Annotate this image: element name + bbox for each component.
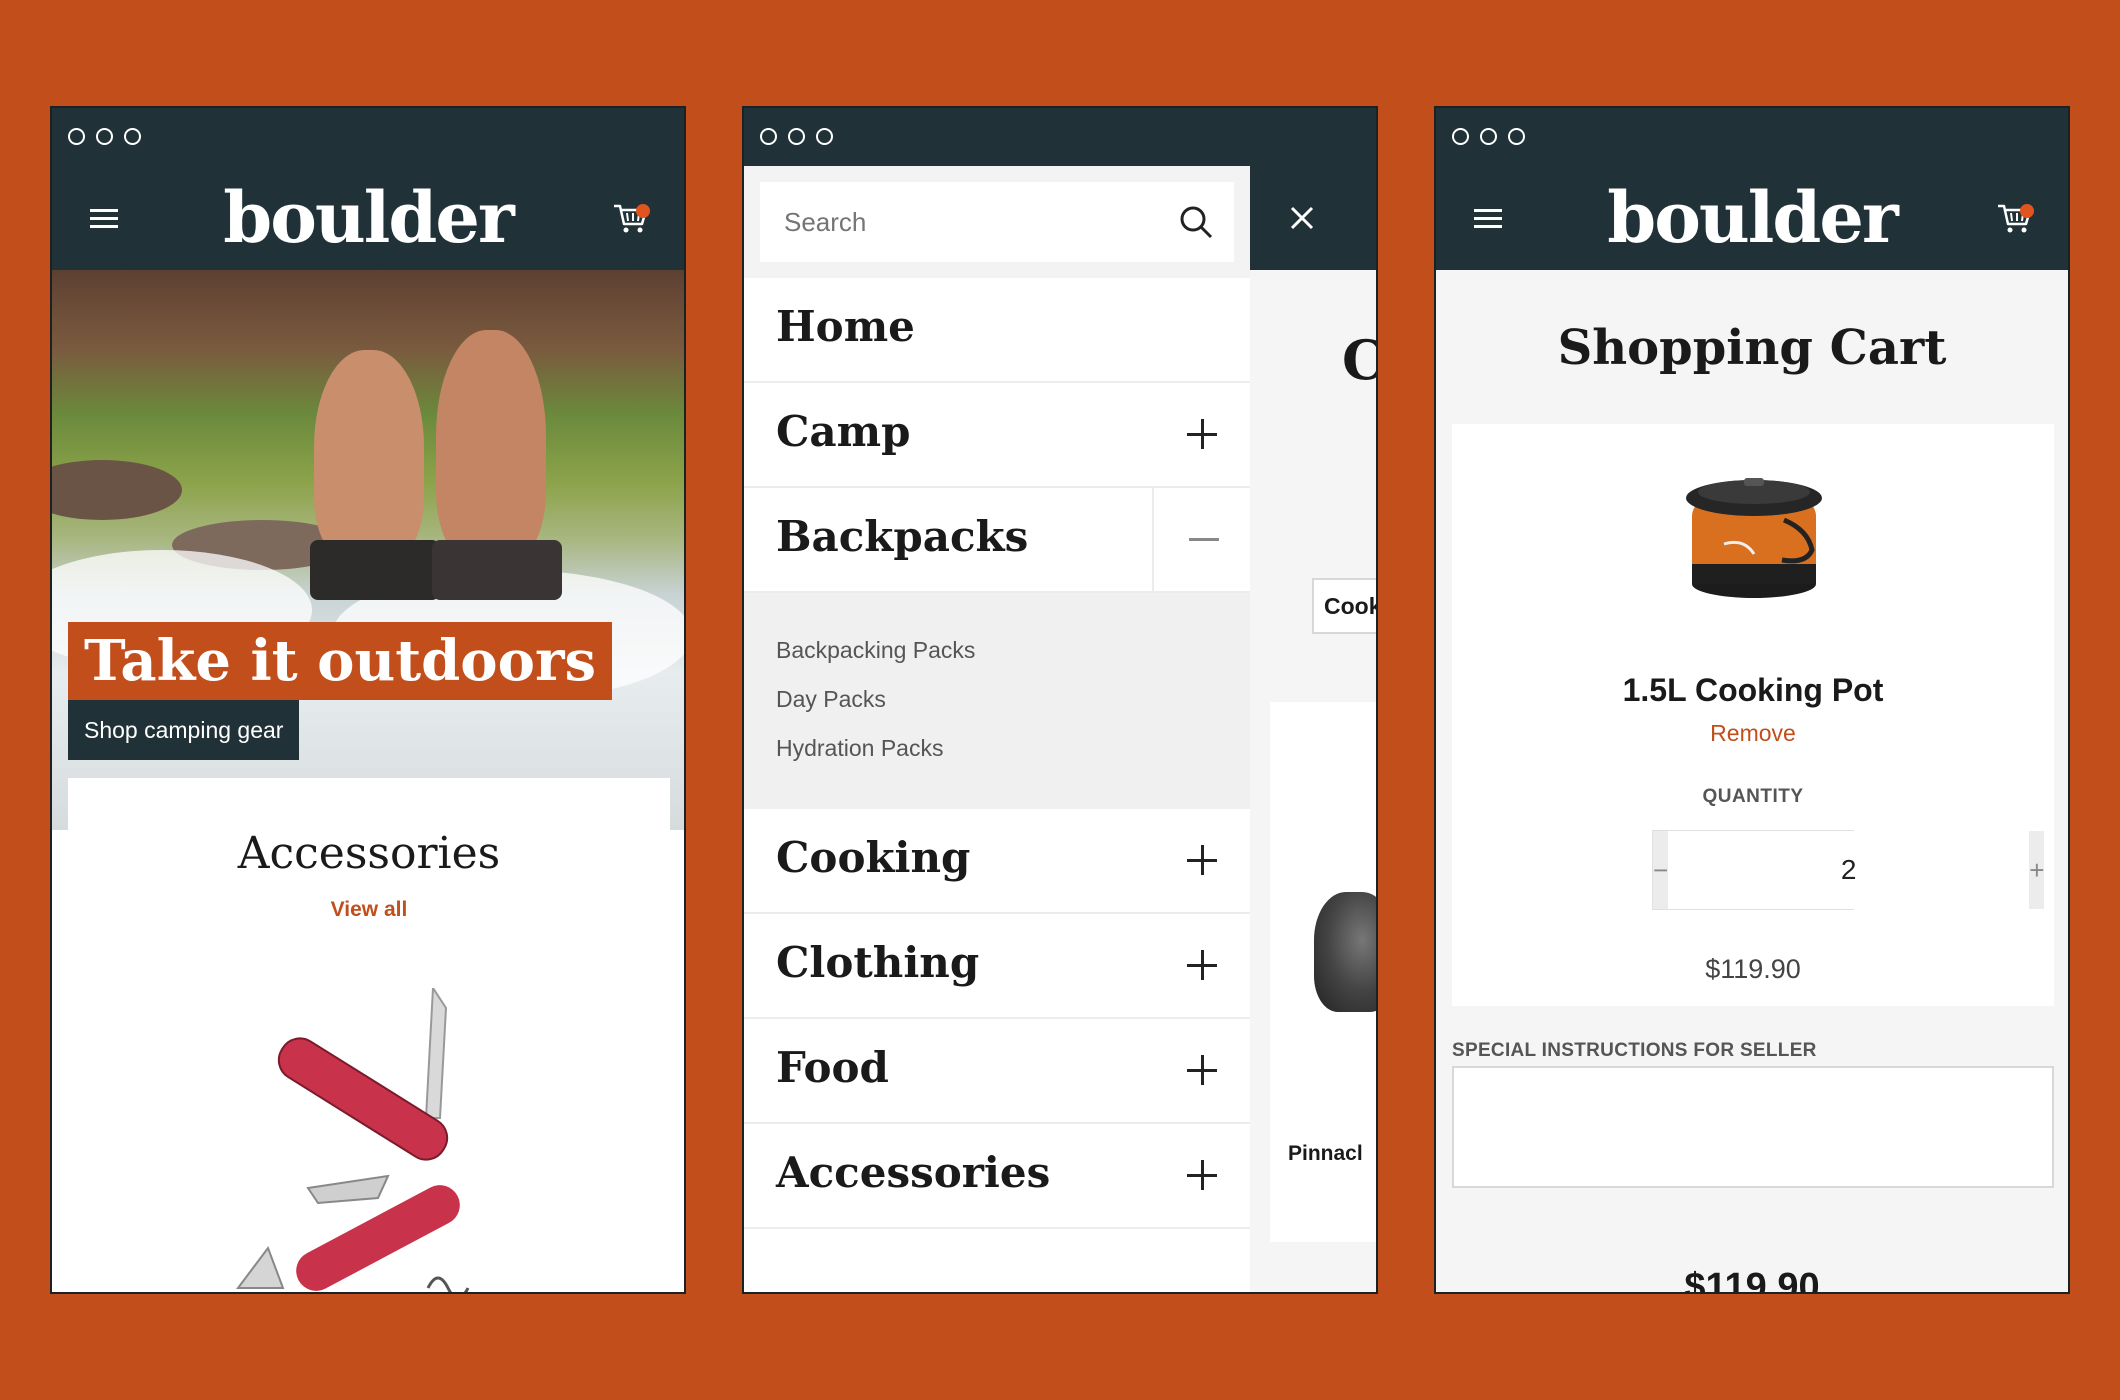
hero-title: Take it outdoors bbox=[68, 622, 612, 700]
nav-list: Home Camp Backpacks Backpacking Packs Da… bbox=[744, 278, 1250, 1229]
cart-icon[interactable] bbox=[612, 200, 652, 236]
site-header: boulder bbox=[52, 166, 684, 270]
window-dot bbox=[124, 128, 141, 145]
increase-quantity-button[interactable]: + bbox=[2029, 831, 2045, 909]
close-icon[interactable] bbox=[1288, 204, 1316, 232]
cart-badge bbox=[2020, 204, 2034, 218]
search-bar bbox=[744, 166, 1250, 278]
expand-plus-icon[interactable] bbox=[1152, 383, 1250, 486]
nav-item-accessories[interactable]: Accessories bbox=[744, 1124, 1250, 1229]
expand-plus-icon[interactable] bbox=[1152, 1124, 1250, 1227]
accessories-section: Accessories View all bbox=[68, 778, 670, 1292]
collapse-minus-icon[interactable] bbox=[1152, 488, 1250, 591]
nav-item-label: Accessories bbox=[776, 1148, 1051, 1197]
submenu-item[interactable]: Day Packs bbox=[776, 686, 886, 713]
nav-item-food[interactable]: Food bbox=[744, 1019, 1250, 1124]
window-chrome bbox=[1436, 108, 2068, 166]
view-all-link[interactable]: View all bbox=[68, 898, 670, 922]
nav-item-home[interactable]: Home bbox=[744, 278, 1250, 383]
search-input[interactable] bbox=[760, 182, 1234, 262]
nav-item-label: Food bbox=[776, 1043, 889, 1092]
nav-item-clothing[interactable]: Clothing bbox=[744, 914, 1250, 1019]
cart-icon[interactable] bbox=[1996, 200, 2036, 236]
section-title: Accessories bbox=[237, 828, 501, 879]
nav-item-backpacks[interactable]: Backpacks bbox=[744, 488, 1250, 593]
site-logo[interactable]: boulder bbox=[1436, 176, 2068, 260]
window-dot bbox=[816, 128, 833, 145]
search-icon[interactable] bbox=[1178, 204, 1214, 240]
product-name-fragment: Pinnacl bbox=[1288, 1142, 1363, 1165]
window-dots bbox=[760, 128, 833, 145]
decrease-quantity-button[interactable]: − bbox=[1653, 831, 1669, 909]
hero-image[interactable]: Take it outdoors Shop camping gear bbox=[52, 270, 684, 830]
window-dot bbox=[1480, 128, 1497, 145]
pot-product-image bbox=[1314, 892, 1376, 1012]
phone-home-screen: boulder Take it outdoors Shop camping ge… bbox=[50, 106, 686, 1294]
multitool-product-image[interactable] bbox=[228, 984, 508, 1292]
navigation-drawer: Home Camp Backpacks Backpacking Packs Da… bbox=[744, 166, 1250, 1292]
category-tab-fragment[interactable]: Cook bbox=[1312, 578, 1376, 634]
submenu-item[interactable]: Hydration Packs bbox=[776, 735, 943, 762]
quantity-input[interactable] bbox=[1668, 831, 2030, 909]
cart-line-item: 1.5L Cooking Pot Remove QUANTITY − + $11… bbox=[1452, 424, 2054, 1006]
expand-plus-icon[interactable] bbox=[1152, 914, 1250, 1017]
window-dots bbox=[1452, 128, 1525, 145]
window-chrome bbox=[52, 108, 684, 166]
nav-item-label: Clothing bbox=[776, 938, 980, 987]
cart-badge bbox=[636, 204, 650, 218]
site-header: boulder bbox=[1436, 166, 2068, 270]
cart-total: $119.90 bbox=[1684, 1266, 1820, 1294]
backpacks-submenu: Backpacking Packs Day Packs Hydration Pa… bbox=[744, 593, 1250, 809]
shop-camping-gear-button[interactable]: Shop camping gear bbox=[68, 700, 300, 760]
site-logo[interactable]: boulder bbox=[52, 176, 684, 260]
nav-item-label: Cooking bbox=[776, 833, 971, 882]
nav-item-label: Backpacks bbox=[776, 512, 1029, 561]
product-name[interactable]: 1.5L Cooking Pot bbox=[1452, 672, 2054, 709]
nav-item-label: Home bbox=[776, 302, 915, 351]
line-item-price: $119.90 bbox=[1705, 954, 1801, 984]
window-chrome bbox=[744, 108, 1376, 166]
remove-link[interactable]: Remove bbox=[1452, 720, 2054, 747]
quantity-stepper: − + bbox=[1652, 830, 2045, 910]
submenu-item[interactable]: Backpacking Packs bbox=[776, 637, 975, 664]
window-dot bbox=[788, 128, 805, 145]
cart-page: Shopping Cart 1.5L Cooking Pot Remove QU… bbox=[1436, 270, 2068, 1294]
special-instructions-field[interactable] bbox=[1452, 1066, 2054, 1188]
special-instructions-label: SPECIAL INSTRUCTIONS FOR SELLER bbox=[1452, 1040, 1817, 1061]
window-dot bbox=[760, 128, 777, 145]
phone-menu-screen: C Cook Pinnacl Home Camp Backpacks bbox=[742, 106, 1378, 1294]
cooking-pot-product-image[interactable] bbox=[1664, 464, 1844, 604]
nav-item-cooking[interactable]: Cooking bbox=[744, 809, 1250, 914]
nav-item-camp[interactable]: Camp bbox=[744, 383, 1250, 488]
page-heading-fragment: C bbox=[1342, 328, 1376, 392]
window-dot bbox=[1508, 128, 1525, 145]
window-dots bbox=[68, 128, 141, 145]
product-card-fragment[interactable]: Pinnacl bbox=[1270, 702, 1376, 1242]
quantity-label: QUANTITY bbox=[1702, 786, 1804, 807]
window-dot bbox=[1452, 128, 1469, 145]
phone-cart-screen: boulder Shopping Cart 1.5L Cooking Pot R… bbox=[1434, 106, 2070, 1294]
page-title: Shopping Cart bbox=[1557, 320, 1947, 376]
expand-plus-icon[interactable] bbox=[1152, 1019, 1250, 1122]
expand-plus-icon[interactable] bbox=[1152, 809, 1250, 912]
window-dot bbox=[96, 128, 113, 145]
window-dot bbox=[68, 128, 85, 145]
nav-item-label: Camp bbox=[776, 407, 911, 456]
